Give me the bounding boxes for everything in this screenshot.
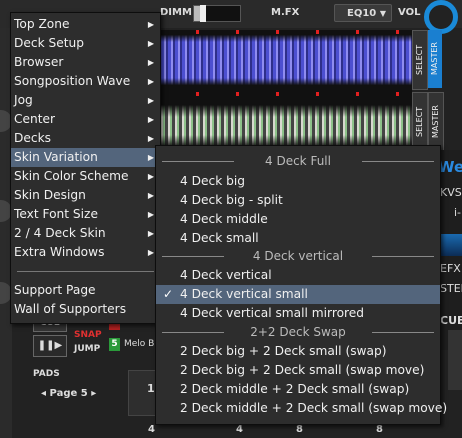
chevron-right-icon: ▶ bbox=[147, 39, 154, 48]
right-panel-text: KVS bbox=[440, 186, 462, 199]
page-label: Page 5 bbox=[49, 388, 88, 399]
pad-number: 1 bbox=[147, 382, 155, 395]
submenu-item-4-deck-vertical[interactable]: 4 Deck vertical bbox=[156, 266, 440, 285]
volume-knob[interactable] bbox=[424, 0, 458, 34]
menu-item-center[interactable]: Center ▶ bbox=[11, 110, 160, 129]
chevron-right-icon: ▶ bbox=[147, 191, 154, 200]
chevron-right-icon: ▶ bbox=[147, 77, 154, 86]
submenu-header: 4 Deck vertical bbox=[156, 247, 440, 266]
waveform-deck-1[interactable] bbox=[154, 30, 412, 90]
chevron-down-icon: ▼ bbox=[379, 9, 386, 18]
bottom-value[interactable]: 4 bbox=[236, 424, 243, 438]
chevron-right-icon: ▶ bbox=[147, 96, 154, 105]
checkmark-icon: ✓ bbox=[163, 287, 174, 301]
menu-item-browser[interactable]: Browser ▶ bbox=[11, 53, 160, 72]
master-button[interactable]: MASTER bbox=[428, 30, 442, 88]
bottom-value[interactable]: 4 bbox=[148, 424, 155, 438]
ster-label: STER bbox=[440, 282, 462, 295]
pads-page-selector[interactable]: ◂ Page 5 ▸ bbox=[41, 388, 96, 399]
right-scroll-strip[interactable] bbox=[448, 330, 462, 390]
right-panel-title: We bbox=[438, 158, 462, 176]
submenu-header: 2+2 Deck Swap bbox=[156, 323, 440, 342]
jump-label[interactable]: JUMP bbox=[74, 344, 100, 354]
mfx-label: M.FX bbox=[271, 7, 300, 18]
chevron-right-icon: ▶ bbox=[147, 153, 154, 162]
menu-item-2-4-deck-skin[interactable]: 2 / 4 Deck Skin ▶ bbox=[11, 224, 160, 243]
menu-item-text-font-size[interactable]: Text Font Size ▶ bbox=[11, 205, 160, 224]
cue-markers bbox=[156, 30, 412, 34]
eq-dropdown-button[interactable]: EQ10 ▼ bbox=[334, 4, 392, 22]
vol-label: VOL bbox=[398, 7, 421, 18]
menu-item-support-page[interactable]: Support Page bbox=[11, 281, 160, 300]
eq-button-label: EQ10 bbox=[347, 8, 377, 19]
dimm-label: DIMM bbox=[160, 7, 192, 18]
select-button[interactable]: SELECT bbox=[412, 30, 428, 90]
chevron-right-icon: ▶ bbox=[147, 172, 154, 181]
dimm-slider-knob[interactable] bbox=[199, 5, 206, 22]
chevron-right-icon: ▶ bbox=[147, 248, 154, 257]
menu-item-decks[interactable]: Decks ▶ bbox=[11, 129, 160, 148]
chevron-right-icon: ▶ bbox=[147, 134, 154, 143]
submenu-item-4-deck-vertical-small[interactable]: ✓ 4 Deck vertical small bbox=[156, 285, 440, 304]
submenu-item-4-deck-middle[interactable]: 4 Deck middle bbox=[156, 210, 440, 229]
dimm-slider[interactable] bbox=[193, 5, 241, 22]
menu-item-deck-setup[interactable]: Deck Setup ▶ bbox=[11, 34, 160, 53]
bottom-value[interactable]: 8 bbox=[376, 424, 383, 438]
chevron-right-icon: ▶ bbox=[147, 229, 154, 238]
submenu-item-swap[interactable]: 2 Deck big + 2 Deck small (swap) bbox=[156, 342, 440, 361]
submenu-item-4-deck-vertical-small-mirrored[interactable]: 4 Deck vertical small mirrored bbox=[156, 304, 440, 323]
number-5-badge[interactable]: 5 bbox=[109, 338, 120, 351]
menu-item-skin-color-scheme[interactable]: Skin Color Scheme ▶ bbox=[11, 167, 160, 186]
menu-item-songposition-wave[interactable]: Songposition Wave ▶ bbox=[11, 72, 160, 91]
submenu-item-4-deck-big[interactable]: 4 Deck big bbox=[156, 172, 440, 191]
chevron-right-icon: ▶ bbox=[147, 58, 154, 67]
snap-label[interactable]: SNAP bbox=[74, 330, 102, 340]
play-pause-button[interactable]: ❚❚▶ bbox=[33, 335, 67, 357]
submenu-item-middle-swap-move[interactable]: 2 Deck middle + 2 Deck small (swap move) bbox=[156, 399, 447, 418]
submenu-item-4-deck-big-split[interactable]: 4 Deck big - split bbox=[156, 191, 440, 210]
play-pause-icon: ❚❚▶ bbox=[37, 340, 63, 351]
right-panel-text: i- bbox=[454, 206, 462, 219]
submenu-item-4-deck-small[interactable]: 4 Deck small bbox=[156, 229, 440, 248]
menu-item-skin-variation[interactable]: Skin Variation ▶ bbox=[11, 148, 160, 167]
master-button[interactable]: MASTER bbox=[428, 92, 444, 152]
menu-item-top-zone[interactable]: Top Zone ▶ bbox=[11, 15, 160, 34]
select-button[interactable]: SELECT bbox=[412, 92, 428, 152]
right-panel-display bbox=[440, 234, 462, 256]
melo-label: Melo B bbox=[124, 339, 155, 349]
menu-item-jog[interactable]: Jog ▶ bbox=[11, 91, 160, 110]
cue-label[interactable]: CUE bbox=[440, 314, 462, 327]
submenu-header: 4 Deck Full bbox=[156, 152, 440, 171]
menu-separator bbox=[17, 271, 154, 272]
chevron-right-icon: ▶ bbox=[147, 20, 154, 29]
submenu-item-middle-swap[interactable]: 2 Deck middle + 2 Deck small (swap) bbox=[156, 380, 440, 399]
menu-item-wall-of-supporters[interactable]: Wall of Supporters bbox=[11, 300, 160, 319]
chevron-right-icon: ▶ bbox=[147, 115, 154, 124]
menu-item-extra-windows[interactable]: Extra Windows ▶ bbox=[11, 243, 160, 262]
skin-variation-submenu: 4 Deck Full 4 Deck big 4 Deck big - spli… bbox=[155, 145, 447, 425]
menu-item-skin-design[interactable]: Skin Design ▶ bbox=[11, 186, 160, 205]
context-menu: Top Zone ▶ Deck Setup ▶ Browser ▶ Songposit… bbox=[10, 12, 161, 324]
chevron-right-icon: ▶ bbox=[147, 210, 154, 219]
submenu-item-swap-move[interactable]: 2 Deck big + 2 Deck small (swap move) bbox=[156, 361, 440, 380]
pads-label: PADS bbox=[33, 369, 60, 379]
cue-markers bbox=[156, 92, 412, 96]
bottom-value[interactable]: 8 bbox=[296, 424, 303, 438]
efx-label: EFX bbox=[440, 262, 461, 275]
